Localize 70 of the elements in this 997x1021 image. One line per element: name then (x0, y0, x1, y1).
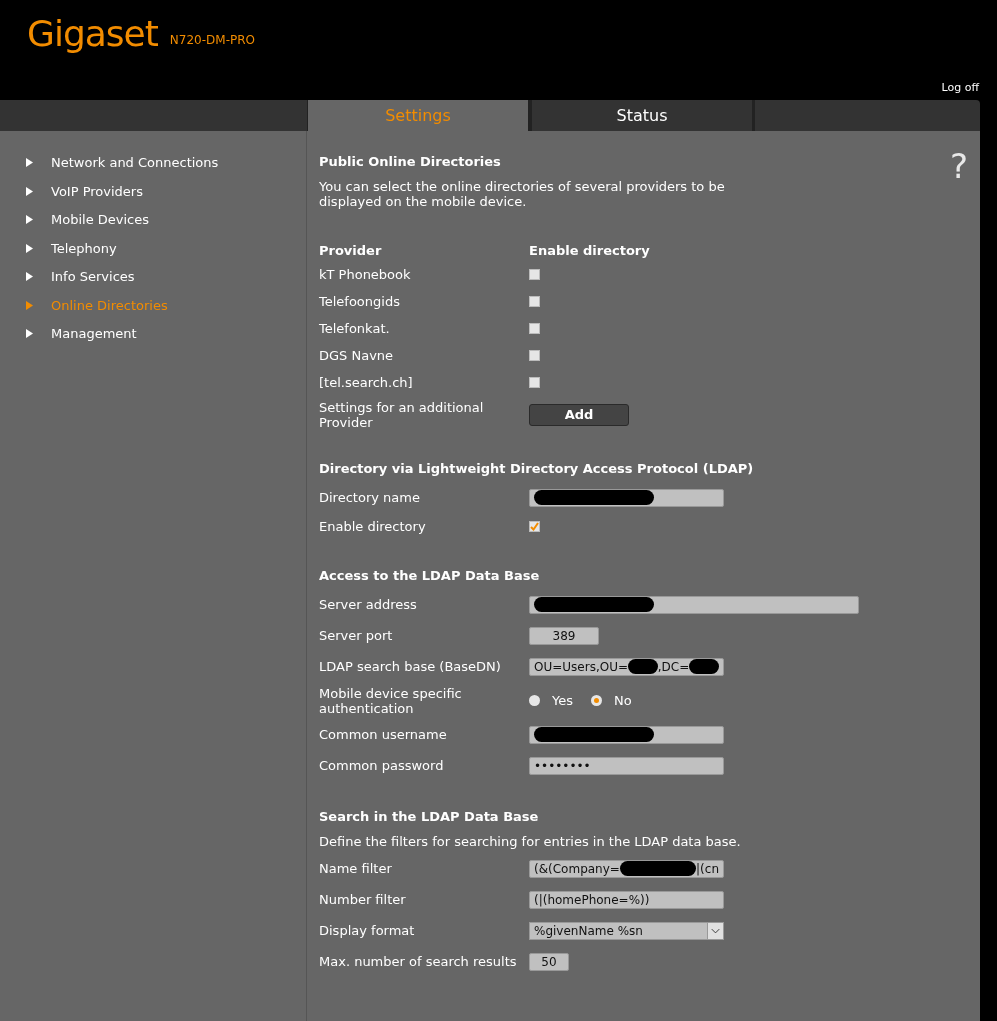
field-label: Server address (319, 597, 418, 612)
field-label: LDAP search base (BaseDN) (319, 659, 502, 674)
sidebar-item[interactable]: Mobile Devices (51, 210, 149, 230)
field-value: OU=Users,OU= (534, 658, 628, 676)
checkbox[interactable] (529, 377, 540, 388)
input-field[interactable]: OU=Users,OU= ,DC= (529, 657, 724, 676)
input-field[interactable] (529, 595, 859, 614)
field-label: Display format (319, 923, 416, 938)
field-label: Common username (319, 727, 448, 742)
field-label: Telefonkat. (319, 321, 391, 336)
section-description: You can select the online directories of several providers to be displayed on the mobile device. (319, 179, 726, 209)
field-label: [tel.search.ch] (319, 375, 414, 390)
field-label: Enable directory (319, 519, 427, 534)
input-field[interactable]: •••••••• (529, 756, 724, 775)
input-field[interactable]: 50 (529, 952, 569, 971)
section-title: Access to the LDAP Data Base (319, 567, 540, 585)
section-title: Search in the LDAP Data Base (319, 808, 539, 826)
input-field[interactable]: (|(homePhone=%)) (529, 890, 724, 909)
field-label: kT Phonebook (319, 267, 412, 282)
radio-button[interactable] (529, 695, 540, 706)
column-header: Enable directory (529, 242, 650, 261)
input-field[interactable]: (&(Company= |(cn (529, 859, 724, 878)
checkbox[interactable] (529, 521, 540, 532)
input-field[interactable]: 389 (529, 626, 599, 645)
checkbox[interactable] (529, 269, 540, 280)
field-label: Settings for an additional Provider (319, 399, 485, 430)
display-format-select[interactable]: %givenName %sn (529, 921, 724, 940)
tab[interactable]: Status (531, 100, 755, 131)
redaction-mark (628, 659, 658, 674)
section-title: Public Online Directories (319, 153, 501, 171)
field-value: •••••••• (534, 757, 591, 775)
field-value: 50 (541, 953, 557, 971)
sidebar-item[interactable]: Telephony (51, 238, 117, 258)
field-label: Max. number of search results (319, 954, 518, 969)
field-value: %givenName %sn (534, 922, 643, 940)
input-field[interactable] (529, 488, 724, 507)
field-value: |(cn (696, 860, 719, 878)
radio-label: No (614, 691, 632, 710)
field-label: Telefoongids (319, 294, 401, 309)
field-label: DGS Navne (319, 348, 395, 363)
section-description: Define the filters for searching for entries in the LDAP data base. (319, 834, 742, 849)
field-label: Common password (319, 758, 445, 773)
redaction-mark (689, 659, 719, 674)
add-button[interactable]: Add (529, 403, 629, 426)
sidebar-item[interactable]: Network and Connections (51, 153, 219, 173)
field-label: Number filter (319, 892, 407, 907)
radio-label: Yes (552, 691, 573, 710)
section-title: Directory via Lightweight Directory Access Protocol (LDAP) (319, 460, 754, 478)
model-name: N720-DM-PRO (169, 32, 255, 49)
field-value: 389 (552, 627, 576, 645)
checkbox[interactable] (529, 350, 540, 361)
input-field[interactable] (529, 725, 724, 744)
sidebar-item[interactable]: Info Services (51, 267, 135, 287)
field-label: Name filter (319, 861, 393, 876)
column-header: Provider (319, 242, 383, 261)
sidebar-item[interactable]: Management (51, 324, 137, 344)
help-icon[interactable]: ? (949, 149, 968, 183)
field-value: (|(homePhone=%)) (534, 891, 650, 909)
caret-icon (707, 922, 723, 939)
logoff-link[interactable]: Log off (941, 80, 979, 97)
radio-button[interactable] (591, 695, 602, 706)
checkbox[interactable] (529, 323, 540, 334)
field-label: Mobile device specific authentication (319, 685, 463, 716)
field-value: ,DC= (657, 658, 690, 676)
field-label: Server port (319, 628, 394, 643)
checkbox[interactable] (529, 296, 540, 307)
logo: Gigaset (27, 12, 158, 56)
field-label: Directory name (319, 490, 421, 505)
field-value: (&(Company= (534, 860, 620, 878)
sidebar-item[interactable]: VoIP Providers (51, 181, 143, 201)
